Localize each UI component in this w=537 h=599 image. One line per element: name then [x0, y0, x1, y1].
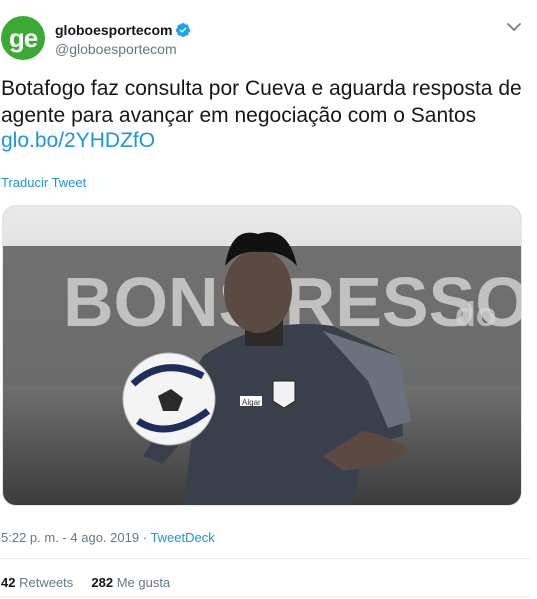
- account-name-text[interactable]: globoesportecom: [55, 22, 172, 38]
- tweet-timestamp: 5:22 p. m. - 4 ago. 2019 · TweetDeck: [1, 530, 215, 545]
- likes-count[interactable]: 282: [91, 575, 113, 590]
- soccer-ball-icon: [122, 352, 216, 446]
- retweets-label[interactable]: Retweets: [19, 575, 73, 590]
- source-separator: ·: [142, 530, 148, 545]
- jersey-brand-text: Algar: [242, 398, 261, 407]
- stadium-sign-right: do: [455, 296, 497, 334]
- verified-badge-icon: [175, 22, 191, 38]
- retweets-count[interactable]: 42: [1, 575, 15, 590]
- account-handle[interactable]: @globoesportecom: [55, 41, 177, 57]
- avatar[interactable]: ge: [1, 16, 45, 60]
- translate-tweet-link[interactable]: Traducir Tweet: [1, 175, 86, 190]
- tweet-stats: 42 Retweets 282 Me gusta: [1, 575, 170, 590]
- divider: [0, 596, 530, 597]
- tweet-time[interactable]: 5:22 p. m.: [1, 530, 59, 545]
- chevron-down-icon[interactable]: [505, 18, 523, 36]
- tweet-date[interactable]: 4 ago. 2019: [70, 530, 139, 545]
- tweet-link[interactable]: glo.bo/2YHDZfO: [1, 129, 155, 153]
- divider: [0, 558, 530, 559]
- tweet-source[interactable]: TweetDeck: [150, 530, 214, 545]
- tweet-text: Botafogo faz consulta por Cueva e aguard…: [1, 77, 522, 127]
- account-name[interactable]: globoesportecom: [55, 22, 191, 38]
- tweet-photo[interactable]: BONS RESSO do Algar: [2, 205, 522, 506]
- likes-label[interactable]: Me gusta: [117, 575, 170, 590]
